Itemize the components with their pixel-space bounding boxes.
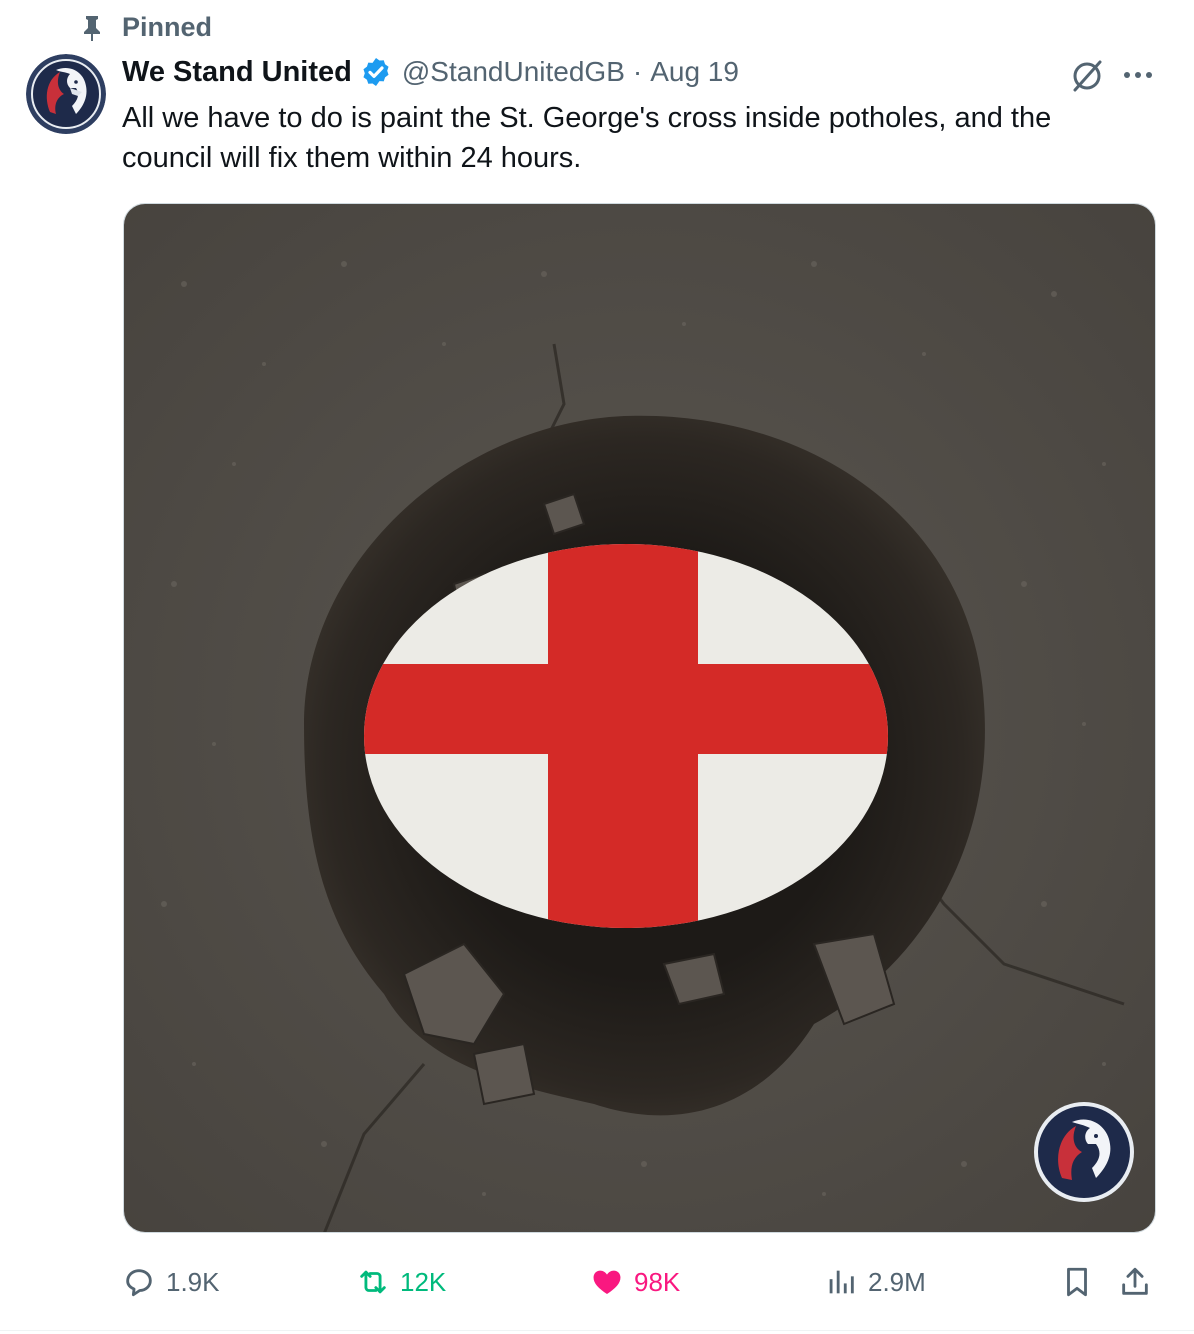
analytics-icon (829, 1270, 854, 1294)
more-options-icon[interactable] (1118, 60, 1158, 90)
bookmark-icon (1067, 1267, 1087, 1297)
reply-button[interactable]: 1.9K (122, 1254, 220, 1310)
share-button[interactable] (1118, 1254, 1162, 1310)
tweet-header: We Stand United @StandUnitedGB · Aug 19 (122, 52, 739, 92)
repost-icon (360, 1270, 386, 1294)
pin-icon (84, 16, 100, 41)
repost-count: 12K (400, 1266, 447, 1297)
grok-icon[interactable] (1067, 56, 1107, 96)
tweet-date[interactable]: Aug 19 (650, 56, 739, 88)
lion-logo-icon (26, 54, 106, 134)
tweet-text: All we have to do is paint the St. Georg… (122, 102, 1052, 174)
repost-button[interactable]: 12K (356, 1254, 446, 1310)
views-count: 2.9M (868, 1266, 926, 1297)
tweet-actions: 1.9K 12K 98K 2.9M (0, 1254, 1194, 1310)
header-separator: · (632, 56, 643, 87)
views-button[interactable]: 2.9M (824, 1254, 926, 1310)
divider (0, 1330, 1194, 1331)
reply-icon (126, 1269, 152, 1297)
lion-logo-icon (1034, 1102, 1134, 1202)
author-name[interactable]: We Stand United (122, 56, 352, 89)
avatar[interactable] (26, 54, 106, 134)
share-icon (1122, 1267, 1148, 1295)
bookmark-button[interactable] (1060, 1254, 1104, 1310)
reply-count: 1.9K (166, 1266, 220, 1297)
heart-icon (593, 1270, 621, 1295)
like-count: 98K (634, 1266, 681, 1297)
like-button[interactable]: 98K (590, 1254, 680, 1310)
pinned-label: Pinned (122, 12, 213, 42)
pothole-st-george-cross-image (124, 204, 1155, 1232)
tweet-media[interactable] (123, 203, 1156, 1233)
author-handle[interactable]: @StandUnitedGB (402, 56, 625, 88)
verified-badge-icon[interactable] (360, 56, 392, 88)
pinned-indicator: Pinned (80, 10, 212, 46)
